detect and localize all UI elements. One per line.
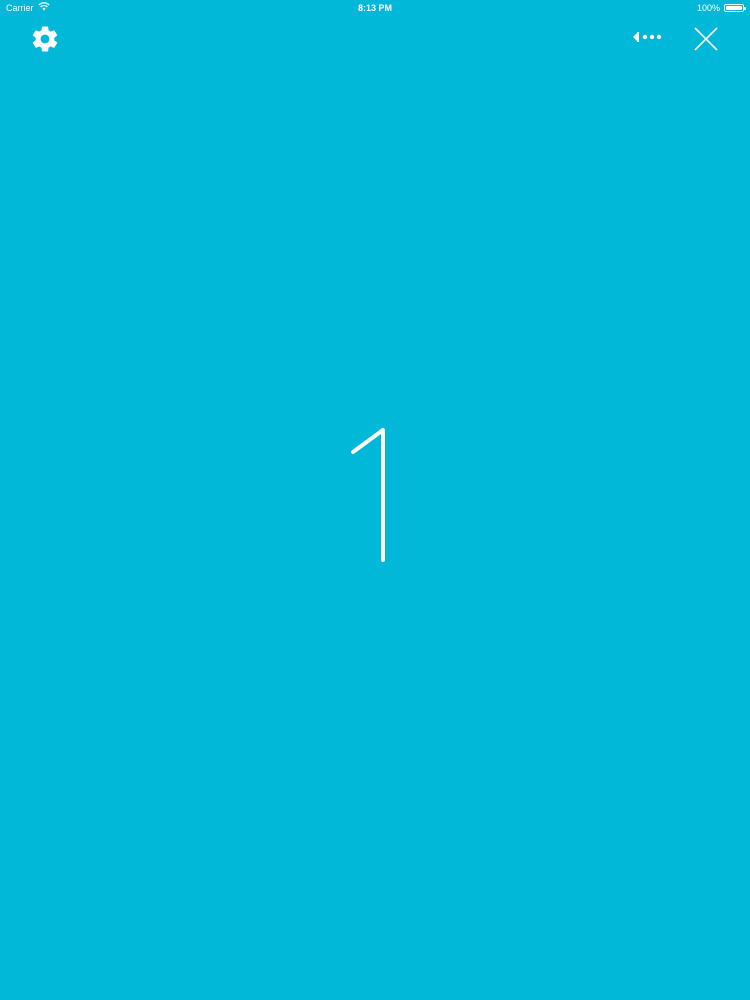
counter-area: 1	[0, 420, 750, 570]
backspace-dots-icon	[631, 29, 665, 50]
status-right: 100%	[696, 0, 746, 16]
backspace-button[interactable]	[628, 26, 668, 52]
close-button[interactable]	[690, 25, 722, 57]
battery-fill	[726, 6, 742, 10]
settings-button[interactable]	[28, 24, 62, 58]
counter-glyph: 1	[351, 428, 385, 562]
battery-icon	[724, 4, 746, 12]
battery-percent: 100%	[696, 3, 720, 13]
close-icon	[693, 26, 719, 57]
status-time: 8:13 PM	[357, 3, 392, 13]
status-bar: Carrier 8:13 PM 100%	[0, 0, 750, 16]
gear-icon	[30, 24, 60, 59]
counter-value: 1	[375, 539, 376, 541]
